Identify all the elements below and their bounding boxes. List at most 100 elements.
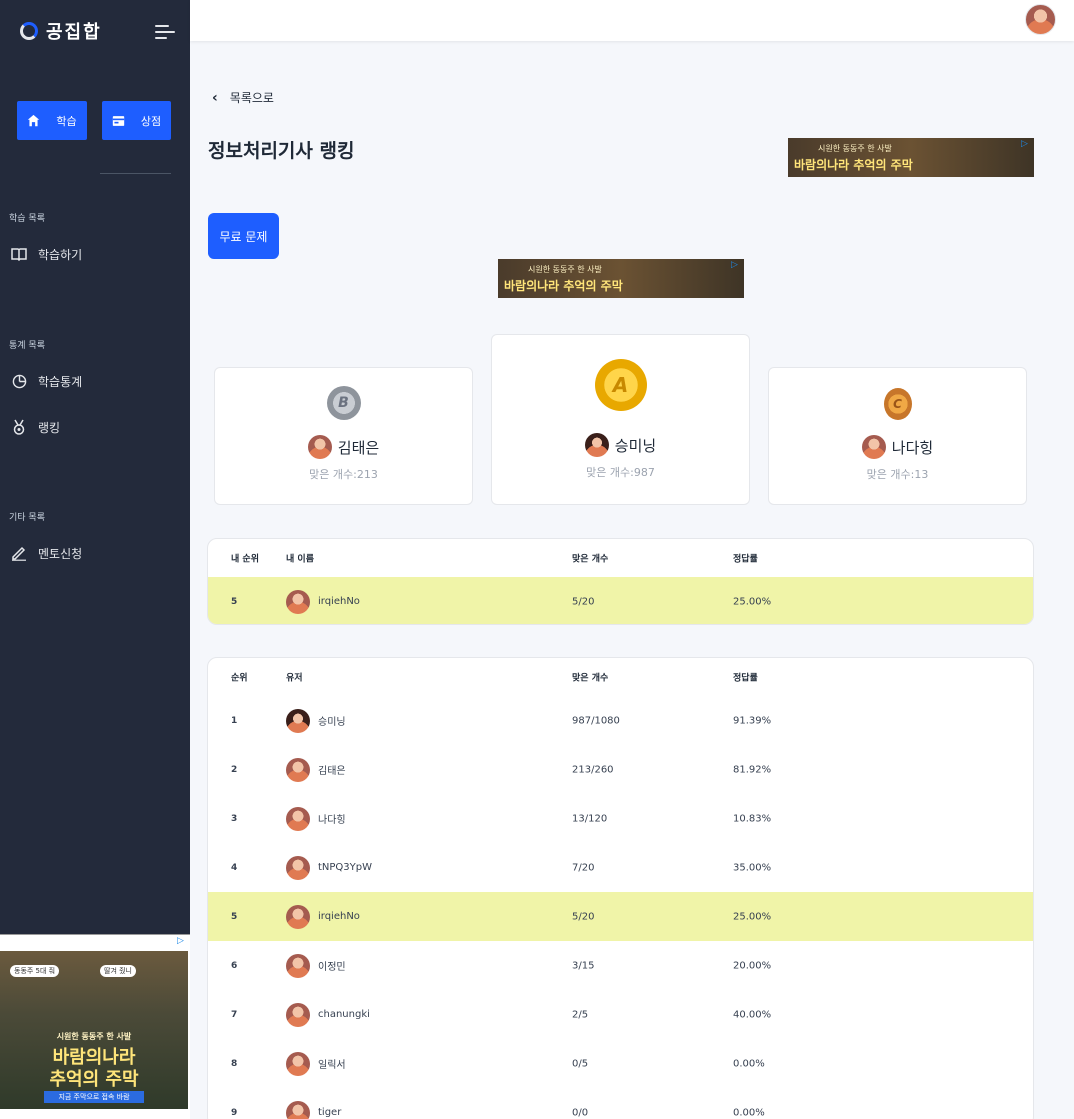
ad-choices-icon[interactable]: ▷	[731, 260, 741, 270]
user-cell: 이정민	[286, 953, 346, 978]
avatar	[286, 1002, 310, 1027]
avatar	[286, 953, 310, 978]
user-name: 승미닝	[318, 717, 346, 728]
shop-button[interactable]: 상점	[102, 101, 171, 140]
table-header: 순위 유저 맞은 개수 정답률	[208, 658, 1033, 696]
section-label-stats: 통계 목록	[9, 341, 45, 351]
avatar	[286, 904, 310, 929]
avatar	[286, 806, 310, 831]
sidebar-item-label: 멘토신청	[38, 546, 83, 561]
back-link[interactable]: ‹ 목록으로	[212, 89, 274, 106]
ad-choices-icon[interactable]: ▷	[1021, 139, 1031, 149]
rate-cell: 40.00%	[733, 1009, 772, 1020]
correct-cell: 987/1080	[572, 715, 620, 726]
sidebar-ad-image: 동동주 5대 줘 딸겨 줬니 시원한 동동주 한 사발 바람의나라 추억의 주막…	[0, 951, 188, 1109]
table-row: 7 chanungki 2/5 40.00%	[208, 990, 1033, 1039]
podium-first: A 승미닝 맞은 개수:987	[491, 334, 750, 505]
shop-button-label: 상점	[140, 114, 162, 128]
gold-medal-icon: A	[594, 359, 647, 411]
user-name: 나다힝	[318, 815, 346, 826]
rate-cell: 25.00%	[733, 596, 772, 607]
brand[interactable]: 공집합	[20, 18, 102, 44]
sidebar-item-stats[interactable]: 학습통계	[10, 372, 82, 390]
ad-title: 바람의나라 추억의 주막	[794, 158, 913, 172]
user-cell: 나다힝	[286, 806, 346, 831]
podium-third: C 나다힝 맞은 개수:13	[768, 367, 1027, 505]
correct-cell: 13/120	[572, 813, 608, 824]
free-questions-button[interactable]: 무료 문제	[208, 213, 279, 259]
ad-line: 시원한 동동주 한 사발	[56, 1032, 132, 1041]
podium-name: 승미닝	[614, 436, 657, 455]
correct-cell: 0/5	[572, 1058, 589, 1069]
user-name: chanungki	[318, 1009, 370, 1020]
pie-chart-icon	[10, 372, 28, 390]
user-avatar[interactable]	[1025, 4, 1056, 35]
rate-cell: 10.83%	[733, 813, 772, 824]
menu-toggle-icon[interactable]	[155, 25, 175, 41]
header-cell: 맞은 개수	[572, 673, 609, 684]
rank-cell: 7	[231, 1009, 238, 1020]
podium-user: 나다힝	[769, 435, 1026, 459]
avatar	[286, 1100, 310, 1119]
podium-second: B 김태은 맞은 개수:213	[214, 367, 473, 505]
chevron-left-icon: ‹	[212, 89, 218, 106]
ad-banner-middle[interactable]: 시원한 동동주 한 사발 바람의나라 추억의 주막 ▷	[498, 259, 744, 298]
table-header: 내 순위 내 이름 맞은 개수 정답률	[208, 539, 1033, 577]
podium-count: 맞은 개수:13	[866, 468, 929, 481]
brand-name: 공집합	[46, 22, 102, 43]
user-name: 김태은	[318, 766, 346, 777]
rank-cell: 2	[231, 764, 238, 775]
user-cell: 승미닝	[286, 708, 346, 733]
user-name: 일릭서	[318, 1060, 346, 1071]
sidebar: 공집합 학습 상점 학습 목록 학습하기 통계 목록 학습통계 랭킹 기타 목록…	[0, 0, 190, 1119]
table-row: 3 나다힝 13/120 10.83%	[208, 794, 1033, 843]
rank-cell: 3	[231, 813, 238, 824]
sidebar-item-label: 학습하기	[38, 247, 83, 262]
table-row: 5 irqiehNo 5/20 25.00%	[208, 577, 1033, 624]
learn-button-label: 학습	[56, 114, 77, 128]
sidebar-item-study[interactable]: 학습하기	[10, 245, 82, 263]
topbar	[190, 0, 1074, 41]
learn-button[interactable]: 학습	[17, 101, 87, 140]
sidebar-ad[interactable]: ▷ 동동주 5대 줘 딸겨 줬니 시원한 동동주 한 사발 바람의나라 추억의 …	[0, 934, 190, 1119]
user-cell: tiger	[286, 1100, 342, 1119]
ad-choices-icon[interactable]: ▷	[177, 936, 187, 946]
sidebar-item-mentor[interactable]: 멘토신청	[10, 544, 82, 562]
ad-line: 시원한 동동주 한 사발	[818, 144, 892, 153]
ad-title: 추억의 주막	[49, 1069, 139, 1090]
sidebar-item-label: 학습통계	[38, 374, 83, 389]
book-icon	[10, 245, 28, 263]
avatar	[286, 589, 310, 614]
rate-cell: 25.00%	[733, 911, 772, 922]
sidebar-divider	[100, 173, 171, 174]
rank-cell: 6	[231, 960, 238, 971]
podium-user: 승미닝	[492, 433, 749, 457]
user-name: tNPQ3YpW	[318, 862, 373, 873]
correct-cell: 3/15	[572, 960, 595, 971]
section-label-etc: 기타 목록	[9, 513, 45, 523]
correct-cell: 213/260	[572, 764, 614, 775]
table-row-current-user: 5 irqiehNo 5/20 25.00%	[208, 892, 1033, 941]
ad-bubble: 동동주 5대 줘	[10, 965, 60, 977]
sidebar-item-label: 랭킹	[38, 420, 61, 435]
ad-banner-top[interactable]: 시원한 동동주 한 사발 바람의나라 추억의 주막 ▷	[788, 138, 1034, 177]
rate-cell: 81.92%	[733, 764, 772, 775]
user-cell: chanungki	[286, 1002, 370, 1027]
header-cell: 유저	[286, 673, 303, 684]
correct-cell: 5/20	[572, 596, 595, 607]
ad-bubble: 딸겨 줬니	[100, 965, 136, 977]
rate-cell: 35.00%	[733, 862, 772, 873]
table-row: 1 승미닝 987/1080 91.39%	[208, 696, 1033, 745]
correct-cell: 5/20	[572, 911, 595, 922]
header-cell: 정답률	[733, 554, 758, 565]
user-name: 이정민	[318, 962, 346, 973]
podium-count: 맞은 개수:213	[309, 468, 378, 481]
correct-cell: 7/20	[572, 862, 595, 873]
user-name: tiger	[318, 1107, 342, 1118]
avatar	[286, 708, 310, 733]
sidebar-item-ranking[interactable]: 랭킹	[10, 418, 60, 436]
user-name: irqiehNo	[318, 911, 360, 922]
store-icon	[112, 115, 125, 126]
avatar	[584, 433, 609, 457]
brand-logo-icon	[20, 22, 38, 40]
